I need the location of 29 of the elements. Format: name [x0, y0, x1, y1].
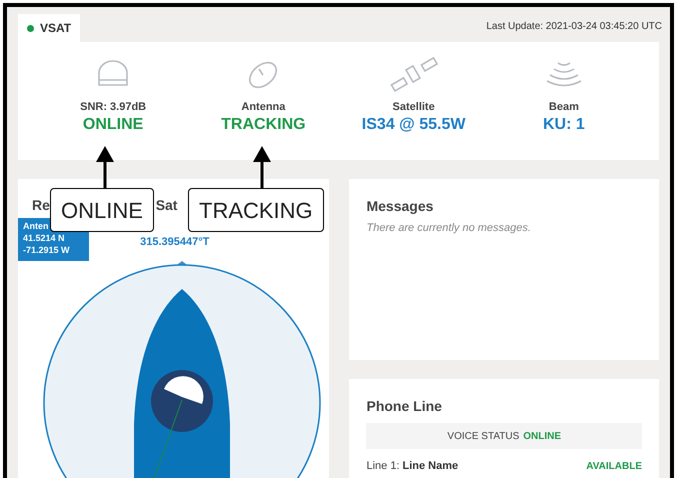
status-label: Beam	[548, 100, 579, 115]
vsat-tab[interactable]: VSAT	[18, 14, 80, 42]
line-status: AVAILABLE	[586, 460, 642, 474]
status-value: KU: 1	[542, 116, 585, 134]
heading-text: 315.395447°T	[140, 235, 210, 250]
card-title: Phone Line	[366, 397, 443, 416]
arrow	[96, 146, 114, 189]
card-title: Re	[32, 196, 50, 215]
line-label: Line 1:	[366, 459, 400, 474]
status-label: SNR: 3.97dB	[80, 100, 146, 115]
arrow	[253, 146, 271, 189]
status-label: Satellite	[392, 100, 435, 115]
status-label: Antenna	[241, 100, 286, 115]
card-title: Sat	[156, 196, 178, 215]
last-update-text: Last Update: 2021-03-24 03:45:20 UTC	[486, 20, 662, 34]
latitude-text: 41.5214 N	[23, 232, 66, 244]
status-value: ONLINE	[82, 116, 144, 134]
status-value: IS34 @ 55.5W	[362, 116, 466, 134]
voice-status-label: VOICE STATUS	[447, 430, 520, 444]
longitude-text: -71.2915 W	[23, 244, 71, 256]
card-title: Messages	[366, 197, 434, 216]
voice-status-value: ONLINE	[523, 430, 562, 444]
status-value: TRACKING	[221, 116, 306, 134]
antenna-label: Anten	[23, 220, 50, 232]
callout-label: TRACKING	[188, 188, 324, 232]
line-name: Line Name	[402, 459, 458, 474]
callout-label: ONLINE	[50, 188, 154, 232]
empty-message-text: There are currently no messages.	[366, 221, 532, 236]
satellite-icon	[390, 57, 438, 93]
